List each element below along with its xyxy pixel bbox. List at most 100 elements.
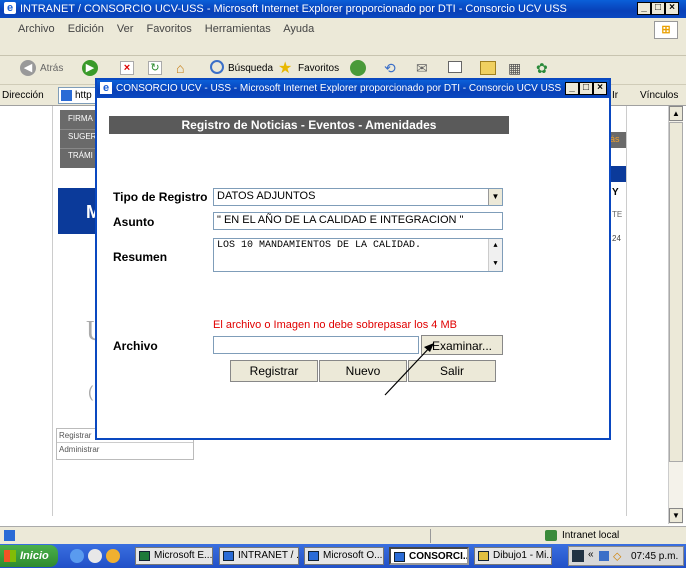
tipo-value: DATOS ADJUNTOS <box>217 190 316 202</box>
forward-icon[interactable]: ▶ <box>82 60 98 76</box>
form-header: Registro de Noticias - Eventos - Amenida… <box>109 116 509 134</box>
history-icon[interactable]: ⟲ <box>384 60 396 77</box>
status-panels <box>430 529 540 543</box>
address-page-icon <box>61 90 72 101</box>
menu-herramientas[interactable]: Herramientas <box>205 23 271 35</box>
tray-security-icon[interactable]: ⬦ <box>613 549 621 564</box>
minimize-button[interactable]: _ <box>637 2 651 15</box>
quicklaunch-outlook-icon[interactable] <box>88 549 102 563</box>
print-icon[interactable] <box>448 61 462 73</box>
quicklaunch-media-icon[interactable] <box>106 549 120 563</box>
asunto-label: Asunto <box>113 215 155 229</box>
resumen-value: LOS 10 MANDAMIENTOS DE LA CALIDAD. <box>217 240 422 251</box>
form-header-text: Registro de Noticias - Eventos - Amenida… <box>181 118 437 132</box>
menu-ver[interactable]: Ver <box>117 23 134 35</box>
popup-body: Registro de Noticias - Eventos - Amenida… <box>97 98 609 438</box>
back-icon[interactable]: ◀ <box>20 60 36 76</box>
favorites-icon[interactable]: ★ <box>278 58 292 78</box>
taskbar-item-label: INTRANET / ... <box>238 550 299 561</box>
menu-edicion[interactable]: Edición <box>68 23 104 35</box>
administrar-link[interactable]: Administrar <box>57 443 193 454</box>
menu-ayuda[interactable]: Ayuda <box>283 23 314 35</box>
clock: 07:45 p.m. <box>631 551 679 562</box>
ie-icon <box>394 552 405 562</box>
archivo-input[interactable] <box>213 336 419 354</box>
outer-title-bar[interactable]: e INTRANET / CONSORCIO UCV-USS - Microso… <box>0 0 686 18</box>
discuss-icon[interactable]: ▦ <box>508 60 521 77</box>
taskbar-item-label: Microsoft E... <box>154 550 213 561</box>
scroll-up-icon[interactable]: ▲ <box>489 239 502 253</box>
taskbar-item[interactable]: Dibujo1 - Mi... <box>474 547 552 565</box>
edit-icon[interactable] <box>480 61 496 75</box>
asunto-input[interactable]: " EN EL AÑO DE LA CALIDAD E INTEGRACION … <box>213 212 503 230</box>
popup-close-button[interactable]: × <box>593 82 607 95</box>
address-input[interactable]: http <box>58 87 98 104</box>
asunto-value: " EN EL AÑO DE LA CALIDAD E INTEGRACION … <box>217 214 464 226</box>
menu-bar: Archivo Edición Ver Favoritos Herramient… <box>0 18 686 56</box>
chevron-down-icon[interactable]: ▼ <box>488 189 502 205</box>
stop-icon[interactable]: × <box>120 61 134 75</box>
search-button-label[interactable]: Búsqueda <box>228 63 273 74</box>
media-icon[interactable] <box>350 60 366 76</box>
scroll-thumb[interactable] <box>669 122 683 462</box>
popup-ie-icon: e <box>100 82 112 94</box>
popup-maximize-button[interactable]: □ <box>579 82 593 95</box>
size-warning: El archivo o Imagen no debe sobrepasar l… <box>213 319 457 331</box>
search-icon[interactable] <box>210 60 224 74</box>
scroll-up-button[interactable]: ▲ <box>669 106 683 121</box>
taskbar-item-label: Microsoft O... <box>323 550 383 561</box>
popup-title-bar[interactable]: e CONSORCIO UCV - USS - Microsoft Intern… <box>97 80 609 98</box>
resumen-scrollbar[interactable]: ▲ ▼ <box>488 239 502 271</box>
go-button[interactable]: Ir <box>612 90 618 101</box>
vertical-scrollbar[interactable]: ▲ ▼ <box>668 106 683 524</box>
tray-expand-icon[interactable]: « <box>588 549 594 560</box>
quicklaunch-ie-icon[interactable] <box>70 549 84 563</box>
messenger-icon[interactable]: ✿ <box>536 60 548 77</box>
popup-window: e CONSORCIO UCV - USS - Microsoft Intern… <box>95 78 611 440</box>
refresh-icon[interactable]: ↻ <box>148 61 162 75</box>
maximize-button[interactable]: □ <box>651 2 665 15</box>
links-label[interactable]: Vínculos <box>640 90 678 101</box>
taskbar: Inicio Microsoft E... INTRANET / ... Mic… <box>0 544 686 568</box>
salir-button[interactable]: Salir <box>408 360 496 382</box>
menu-archivo[interactable]: Archivo <box>18 23 55 35</box>
system-tray: « ⬦ 07:45 p.m. <box>568 546 684 566</box>
mail-icon[interactable]: ✉ <box>416 60 428 77</box>
start-button[interactable]: Inicio <box>0 545 58 567</box>
start-label: Inicio <box>20 550 49 562</box>
tray-network-icon[interactable] <box>599 551 609 561</box>
tray-keyboard-icon[interactable] <box>572 550 584 562</box>
intranet-icon <box>545 530 557 541</box>
popup-minimize-button[interactable]: _ <box>565 82 579 95</box>
status-page-icon <box>4 530 15 541</box>
taskbar-item[interactable]: Microsoft E... <box>135 547 213 565</box>
right-text: 24 <box>612 234 621 243</box>
favorites-button-label[interactable]: Favoritos <box>298 63 339 74</box>
taskbar-item-label: Dibujo1 - Mi... <box>493 550 552 561</box>
resumen-textarea[interactable]: LOS 10 MANDAMIENTOS DE LA CALIDAD. ▲ ▼ <box>213 238 503 272</box>
archivo-label: Archivo <box>113 339 158 353</box>
close-button[interactable]: × <box>665 2 679 15</box>
excel-icon <box>139 551 150 561</box>
registrar-button[interactable]: Registrar <box>230 360 318 382</box>
scroll-down-button[interactable]: ▼ <box>669 508 683 523</box>
examinar-button[interactable]: Examinar... <box>421 335 503 355</box>
address-label: Dirección <box>2 90 44 101</box>
scroll-down-icon[interactable]: ▼ <box>489 257 502 271</box>
tipo-select[interactable]: DATOS ADJUNTOS ▼ <box>213 188 503 206</box>
status-bar: Intranet local <box>0 526 686 544</box>
home-icon[interactable]: ⌂ <box>176 60 192 76</box>
ie-icon: e <box>4 2 16 14</box>
ie-icon <box>308 551 319 561</box>
status-zone: Intranet local <box>562 530 620 541</box>
nuevo-button[interactable]: Nuevo <box>319 360 407 382</box>
taskbar-item[interactable]: Microsoft O... <box>304 547 384 565</box>
taskbar-item[interactable]: INTRANET / ... <box>219 547 299 565</box>
back-button-label[interactable]: Atrás <box>40 63 63 74</box>
taskbar-item-active[interactable]: CONSORCI... <box>389 547 469 565</box>
resumen-label: Resumen <box>113 250 168 264</box>
windows-flag-icon <box>4 550 16 562</box>
right-text: Y <box>612 187 619 198</box>
menu-favoritos[interactable]: Favoritos <box>146 23 191 35</box>
tipo-label: Tipo de Registro <box>113 190 208 204</box>
